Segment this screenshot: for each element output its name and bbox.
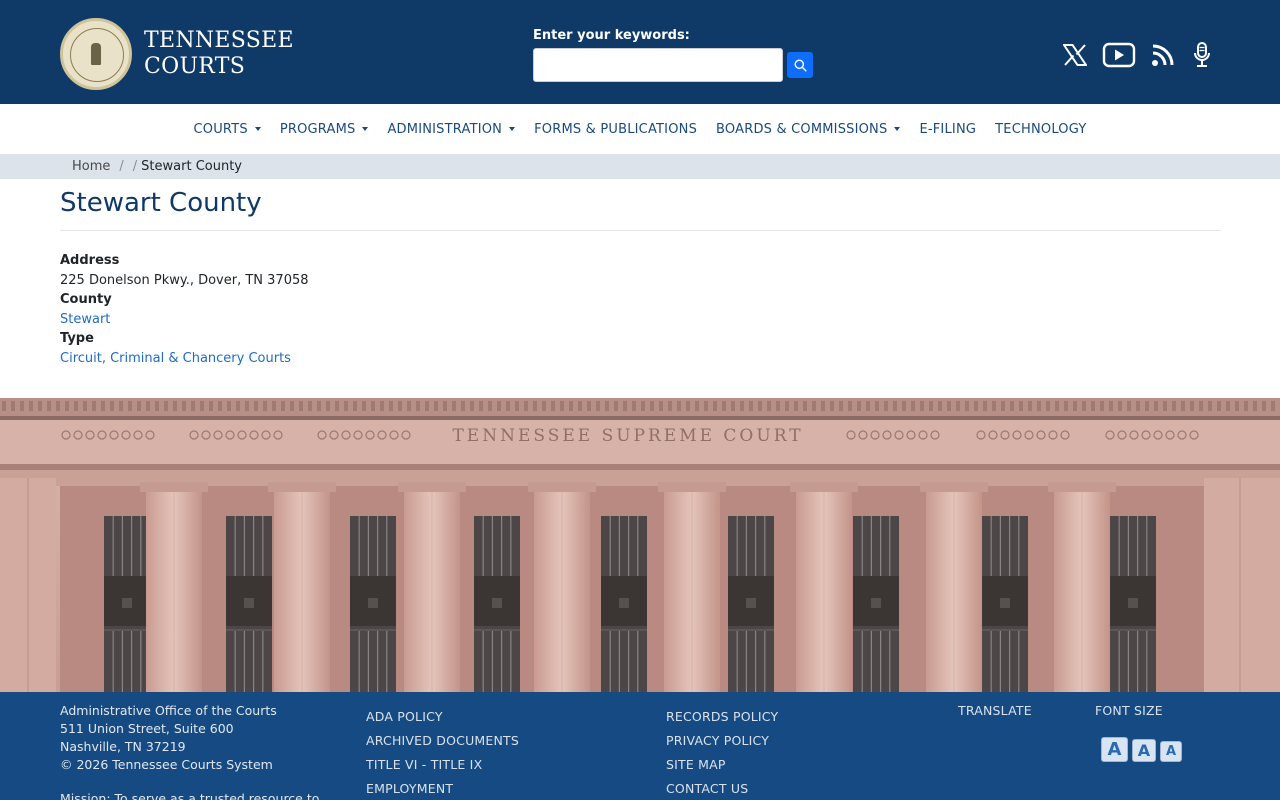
court-details: Address 225 Donelson Pkwy., Dover, TN 37…	[60, 251, 309, 369]
footer-link-archived-documents[interactable]: ARCHIVED DOCUMENTS	[366, 729, 519, 753]
county-link[interactable]: Stewart	[60, 312, 110, 327]
nav-item-boards-commissions[interactable]: BOARDS & COMMISSIONS	[707, 122, 910, 137]
footer-link-records-policy[interactable]: RECORDS POLICY	[666, 705, 778, 729]
rss-link[interactable]	[1148, 38, 1178, 72]
caret-down-icon	[254, 127, 261, 131]
breadcrumb: Home / / Stewart County	[0, 154, 1280, 179]
caret-down-icon	[894, 127, 901, 131]
footer-links-col2: ADA POLICY ARCHIVED DOCUMENTS TITLE VI -…	[366, 705, 519, 800]
main-nav: COURTS PROGRAMS ADMINISTRATION FORMS & P…	[0, 104, 1280, 154]
nav-item-label: BOARDS & COMMISSIONS	[716, 121, 888, 137]
search-icon	[793, 58, 807, 72]
footer-link-contact-us[interactable]: CONTACT US	[666, 777, 778, 800]
nav-item-e-filing[interactable]: E-FILING	[910, 122, 986, 137]
nav-item-label: FORMS & PUBLICATIONS	[534, 121, 698, 137]
podcast-link[interactable]	[1188, 38, 1216, 72]
footer-mission: Mission: To serve as a trusted resource …	[60, 791, 320, 800]
site-logo[interactable]: TENNESSEE COURTS	[60, 18, 294, 90]
x-icon	[1063, 44, 1087, 66]
nav-item-forms-publications[interactable]: FORMS & PUBLICATIONS	[525, 122, 707, 137]
nav-item-administration[interactable]: ADMINISTRATION	[378, 122, 525, 137]
breadcrumb-home[interactable]: Home	[72, 159, 110, 174]
nav-item-label: PROGRAMS	[279, 121, 356, 137]
search-input[interactable]	[533, 48, 783, 82]
font-size-controls: A A A	[1101, 737, 1186, 762]
logo-wordmark: TENNESSEE COURTS	[144, 28, 294, 80]
footer-link-privacy-policy[interactable]: PRIVACY POLICY	[666, 729, 778, 753]
breadcrumb-current: Stewart County	[141, 159, 242, 174]
site-footer: Administrative Office of the Courts 511 …	[0, 692, 1280, 800]
building-inscription: TENNESSEE SUPREME COURT	[452, 426, 803, 446]
youtube-link[interactable]	[1101, 38, 1137, 72]
supreme-court-building-image: TENNESSEE SUPREME COURT	[0, 398, 1280, 692]
nav-item-programs[interactable]: PROGRAMS	[270, 122, 378, 137]
breadcrumb-separator: /	[132, 159, 138, 174]
footer-copyright: © 2026 Tennessee Courts System	[60, 757, 273, 772]
footer-link-title-vi-ix[interactable]: TITLE VI - TITLE IX	[366, 753, 519, 777]
logo-line-1: TENNESSEE	[144, 28, 294, 53]
podcast-mic-icon	[1194, 42, 1210, 67]
font-decrease-button[interactable]: A	[1160, 741, 1182, 762]
nav-item-label: E-FILING	[919, 121, 977, 137]
footer-street: 511 Union Street, Suite 600	[60, 721, 234, 736]
font-increase-button[interactable]: A	[1101, 737, 1128, 762]
nav-item-label: COURTS	[193, 121, 248, 137]
nav-item-courts[interactable]: COURTS	[184, 122, 270, 137]
footer-link-site-map[interactable]: SITE MAP	[666, 753, 778, 777]
rss-icon	[1152, 44, 1174, 66]
county-label: County	[60, 292, 112, 308]
breadcrumb-separator: /	[119, 159, 124, 174]
footer-link-employment[interactable]: EMPLOYMENT	[366, 777, 519, 800]
address-value: 225 Donelson Pkwy., Dover, TN 37058	[60, 272, 309, 288]
site-header: TENNESSEE COURTS Enter your keywords:	[0, 0, 1280, 104]
search-button[interactable]	[787, 52, 813, 78]
search-label: Enter your keywords:	[533, 28, 690, 43]
footer-link-ada-policy[interactable]: ADA POLICY	[366, 705, 519, 729]
font-size-label: FONT SIZE	[1095, 703, 1163, 718]
nav-item-technology[interactable]: TECHNOLOGY	[986, 122, 1096, 137]
nav-item-label: TECHNOLOGY	[995, 121, 1087, 137]
site-search: Enter your keywords:	[533, 28, 813, 82]
caret-down-icon	[509, 127, 516, 131]
translate-link[interactable]: TRANSLATE	[958, 703, 1032, 718]
footer-contact: Administrative Office of the Courts 511 …	[60, 702, 319, 800]
type-link[interactable]: Circuit, Criminal & Chancery Courts	[60, 351, 291, 366]
nav-item-label: ADMINISTRATION	[387, 121, 503, 137]
footer-city: Nashville, TN 37219	[60, 739, 186, 754]
logo-line-2: COURTS	[144, 54, 246, 79]
search-row	[533, 48, 813, 82]
footer-org: Administrative Office of the Courts	[60, 703, 277, 718]
font-reset-button[interactable]: A	[1132, 739, 1156, 762]
page-title: Stewart County	[60, 188, 262, 218]
caret-down-icon	[362, 127, 369, 131]
type-label: Type	[60, 331, 94, 347]
judiciary-seal-icon	[60, 18, 132, 90]
x-link[interactable]	[1060, 38, 1090, 72]
address-label: Address	[60, 253, 120, 268]
title-divider	[60, 230, 1221, 231]
footer-links-col3: RECORDS POLICY PRIVACY POLICY SITE MAP C…	[666, 705, 778, 800]
youtube-icon	[1102, 42, 1136, 68]
